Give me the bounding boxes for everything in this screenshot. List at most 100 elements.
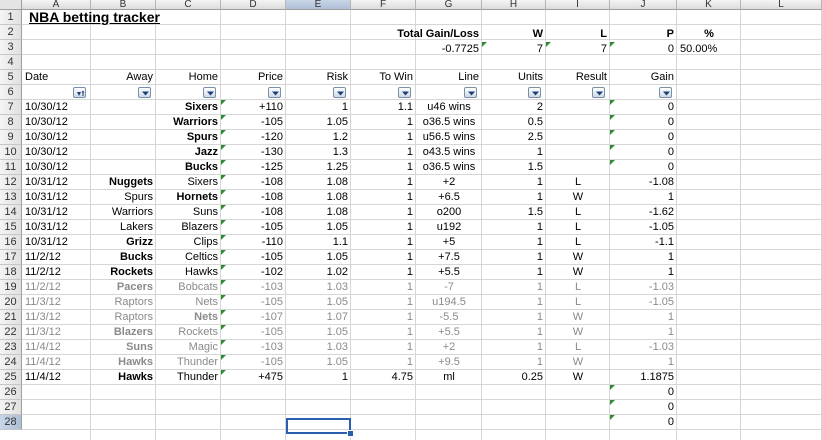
cell-gain[interactable]: 1 <box>610 325 677 340</box>
cell-line[interactable]: +2 <box>416 340 482 355</box>
cell-line[interactable]: u56.5 wins <box>416 130 482 145</box>
cell-price[interactable]: -120 <box>221 130 286 145</box>
cell-result[interactable]: L <box>546 340 610 355</box>
cell-away[interactable]: Nuggets <box>91 175 156 190</box>
cell-gain[interactable]: 0 <box>610 145 677 160</box>
cell-units[interactable]: 1 <box>482 235 546 250</box>
cell-price[interactable]: -130 <box>221 145 286 160</box>
row-header[interactable]: 5 <box>0 70 22 85</box>
cell-line[interactable]: +5.5 <box>416 265 482 280</box>
cell-price[interactable]: -103 <box>221 280 286 295</box>
cell-towin[interactable]: 4.75 <box>351 370 416 385</box>
total-gain-loss-label[interactable]: Total Gain/Loss <box>351 27 482 42</box>
cell-risk[interactable]: 1.25 <box>286 160 351 175</box>
total-gain-loss-value[interactable]: -0.7725 <box>416 42 482 57</box>
cell-units[interactable]: 1 <box>482 250 546 265</box>
cell-price[interactable]: -105 <box>221 250 286 265</box>
column-title-away[interactable]: Away <box>91 70 156 85</box>
column-title-risk[interactable]: Risk <box>286 70 351 85</box>
cell-towin[interactable]: 1 <box>351 235 416 250</box>
cell-units[interactable]: 1.5 <box>482 160 546 175</box>
cell-risk[interactable]: 1.08 <box>286 190 351 205</box>
cell-date[interactable]: 10/31/12 <box>22 220 91 235</box>
cell-home[interactable]: Magic <box>156 340 221 355</box>
cell-date[interactable]: 11/3/12 <box>22 295 91 310</box>
cell-units[interactable]: 0.5 <box>482 115 546 130</box>
row-header[interactable]: 10 <box>0 145 22 160</box>
filter-dropdown-button[interactable] <box>203 87 216 98</box>
cell-home[interactable]: Sixers <box>156 100 221 115</box>
cell-price[interactable]: -108 <box>221 175 286 190</box>
cell-result[interactable]: W <box>546 250 610 265</box>
cell-away[interactable]: Spurs <box>91 190 156 205</box>
cell-risk[interactable]: 1.05 <box>286 250 351 265</box>
cell-units[interactable]: 1 <box>482 355 546 370</box>
cell-away[interactable] <box>91 145 156 160</box>
filter-dropdown-button[interactable] <box>592 87 605 98</box>
cell-towin[interactable]: 1 <box>351 145 416 160</box>
cell-away[interactable]: Raptors <box>91 310 156 325</box>
column-title-home[interactable]: Home <box>156 70 221 85</box>
cell-line[interactable]: +9.5 <box>416 355 482 370</box>
cell-units[interactable]: 1 <box>482 145 546 160</box>
cell-home[interactable]: Sixers <box>156 175 221 190</box>
cell-gain[interactable]: -1.05 <box>610 220 677 235</box>
cell-units[interactable]: 1 <box>482 295 546 310</box>
cell-price[interactable]: -108 <box>221 205 286 220</box>
cell-price[interactable]: +475 <box>221 370 286 385</box>
cell-towin[interactable]: 1 <box>351 310 416 325</box>
cell-line[interactable]: ml <box>416 370 482 385</box>
cell-price[interactable]: -105 <box>221 355 286 370</box>
cell-risk[interactable]: 1.03 <box>286 340 351 355</box>
row-header[interactable]: 6 <box>0 85 22 100</box>
cell-units[interactable]: 1 <box>482 190 546 205</box>
cell-date[interactable]: 11/3/12 <box>22 310 91 325</box>
cell-home[interactable]: Hawks <box>156 265 221 280</box>
cell-price[interactable]: -102 <box>221 265 286 280</box>
column-header[interactable]: K <box>677 0 741 10</box>
row-header[interactable]: 2 <box>0 25 22 40</box>
w-label[interactable]: W <box>482 27 546 42</box>
cell-towin[interactable]: 1 <box>351 295 416 310</box>
cell-risk[interactable]: 1.1 <box>286 235 351 250</box>
pct-value[interactable]: 50.00% <box>677 42 741 57</box>
cell-gain[interactable]: -1.08 <box>610 175 677 190</box>
cell-price[interactable]: -125 <box>221 160 286 175</box>
column-header[interactable]: H <box>482 0 546 10</box>
row-header[interactable]: 11 <box>0 160 22 175</box>
column-header[interactable]: C <box>156 0 221 10</box>
column-title-price[interactable]: Price <box>221 70 286 85</box>
row-header[interactable]: 27 <box>0 400 22 415</box>
spreadsheet[interactable]: ABCDEFGHIJKL 1 2 3 4 5 6 7 8 9 10 11 12 13 14 15 16 17 18… <box>0 0 822 440</box>
column-header[interactable]: J <box>610 0 677 10</box>
cell-line[interactable]: -5.5 <box>416 310 482 325</box>
cell-line[interactable]: +5 <box>416 235 482 250</box>
cell-gain[interactable]: -1.1 <box>610 235 677 250</box>
cell-risk[interactable]: 1 <box>286 100 351 115</box>
cell-away[interactable]: Hawks <box>91 370 156 385</box>
column-header[interactable]: I <box>546 0 610 10</box>
cell-result[interactable]: W <box>546 325 610 340</box>
cell-gain[interactable]: 0 <box>610 100 677 115</box>
cell-units[interactable]: 1 <box>482 280 546 295</box>
cell-price[interactable]: -105 <box>221 295 286 310</box>
cell-date[interactable]: 10/31/12 <box>22 175 91 190</box>
cell-line[interactable]: +6.5 <box>416 190 482 205</box>
row-header[interactable]: 9 <box>0 130 22 145</box>
cell-gain[interactable]: -1.05 <box>610 295 677 310</box>
cell-line[interactable]: +7.5 <box>416 250 482 265</box>
cell-price[interactable]: -105 <box>221 115 286 130</box>
cell-home[interactable]: Rockets <box>156 325 221 340</box>
cell-price[interactable]: -107 <box>221 310 286 325</box>
cell-units[interactable]: 2.5 <box>482 130 546 145</box>
row-header[interactable]: 28 <box>0 415 22 430</box>
filter-dropdown-button[interactable] <box>268 87 281 98</box>
column-header[interactable]: F <box>351 0 416 10</box>
cell-date[interactable]: 11/4/12 <box>22 340 91 355</box>
column-title-to-win[interactable]: To Win <box>351 70 416 85</box>
cell-result[interactable]: W <box>546 265 610 280</box>
filter-dropdown-button[interactable] <box>138 87 151 98</box>
cell-date[interactable]: 10/30/12 <box>22 145 91 160</box>
cell-gain[interactable]: 0 <box>610 115 677 130</box>
cell-towin[interactable]: 1 <box>351 190 416 205</box>
